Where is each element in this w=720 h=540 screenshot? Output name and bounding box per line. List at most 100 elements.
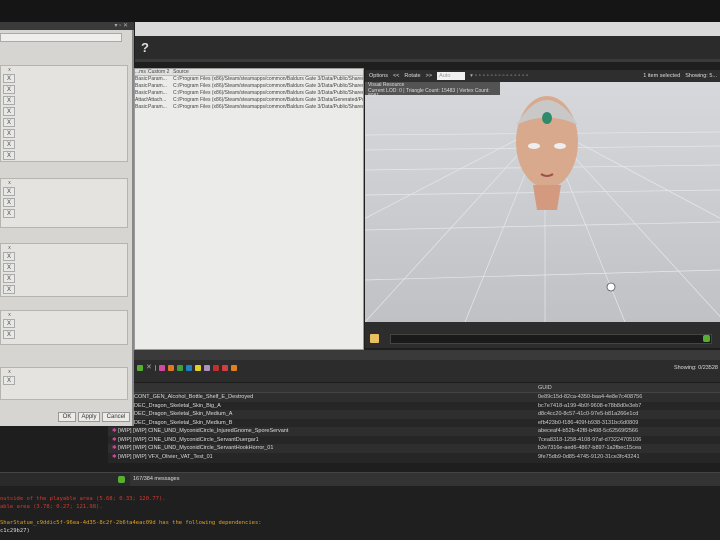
dialog-section: xXXXX — [0, 243, 128, 297]
ok-button[interactable]: OK — [58, 412, 76, 422]
character-filter-icon[interactable] — [159, 365, 165, 371]
table-cell: Basic: F... — [135, 76, 148, 82]
pencil-icon[interactable] — [703, 335, 710, 342]
column-header[interactable]: Source — [173, 69, 363, 75]
remove-button[interactable]: X — [3, 263, 15, 272]
object-name: DEC_Dragon_Skeletal_Skin_Medium_B — [134, 419, 233, 426]
remove-button[interactable]: X — [3, 209, 15, 218]
list-item[interactable]: CONT_GEN_Alcohol_Bottle_Shelf_E_Destroye… — [108, 393, 720, 402]
character-icon: ✱ — [112, 436, 117, 443]
list-item[interactable]: ✱ [WIP] [WIP] CINE_UND_MyconidCircle_Ser… — [108, 436, 720, 445]
light-filter-icon[interactable] — [195, 365, 201, 371]
remove-button[interactable]: X — [3, 107, 15, 116]
dialog-section: xXXXXXXXX — [0, 65, 128, 162]
list-item[interactable]: ✱ [WIP] [WIP] CINE_UND_MyconidCircle_Ser… — [108, 444, 720, 453]
info-triangles: Triangle Count: 15483 — [405, 87, 456, 94]
remove-button[interactable]: X — [3, 118, 15, 127]
tree-filter-icon[interactable] — [177, 365, 183, 371]
apply-button[interactable]: Apply — [78, 412, 100, 422]
help-button[interactable]: ? — [141, 40, 149, 55]
object-list: GUID CONT_GEN_Alcohol_Bottle_Shelf_E_Des… — [108, 383, 720, 463]
object-guid: abeceaf4-b52b-42f8-b498-5c62569f2566 — [538, 428, 638, 434]
table-cell: C:/Program Files (x86)/Steam/steamapps/c… — [173, 83, 363, 89]
item-filter-icon[interactable] — [168, 365, 174, 371]
dialog-input[interactable] — [0, 33, 122, 42]
table-cell: Attach... — [135, 97, 148, 103]
remove-button[interactable]: X — [3, 140, 15, 149]
remove-button[interactable]: X — [3, 198, 15, 207]
remove-button[interactable]: X — [3, 274, 15, 283]
table-row[interactable]: Basic: F...Param... C:/Program Files (x86… — [135, 83, 363, 90]
window-controls[interactable]: ▾ ▫ ✕ — [115, 22, 129, 29]
object-name: CONT_GEN_Alcohol_Bottle_Shelf_E_Destroye… — [134, 394, 254, 400]
remove-button[interactable]: X — [3, 376, 15, 385]
clear-icon[interactable]: ✕ — [146, 364, 152, 371]
settings-dialog: ▾ ▫ ✕ xXXXXXXXXxXXXxXXXXxXXxX OK Apply C… — [0, 22, 134, 426]
x-column-header: x — [8, 369, 11, 375]
gizmo-icon — [606, 282, 616, 292]
list-item[interactable]: ✱ [WIP] [WIP] VFX_Olivier_VAT_Test_01 9fe… — [108, 453, 720, 462]
list-item[interactable]: DEC_Dragon_Skeletal_Skin_Medium_A d8c4cc2… — [108, 410, 720, 419]
toolbar-icons[interactable]: ▾▫▫▫▫▫▫▫▫▫▫▫▫▫▫ — [470, 73, 530, 79]
log-output[interactable]: outside of the playable area (5.68; 0.33… — [0, 487, 720, 540]
options-menu[interactable]: Options — [369, 73, 388, 79]
remove-button[interactable]: X — [3, 96, 15, 105]
object-name: [WIP] [WIP] CINE_UND_MyconidCircle_Serva… — [118, 445, 274, 451]
scissors-filter-icon[interactable] — [222, 365, 228, 371]
remove-button[interactable]: X — [3, 151, 15, 160]
edit-icon[interactable] — [137, 365, 143, 371]
character-icon: ✱ — [112, 453, 117, 460]
object-guid: efb423b0-f186-409f-b938-3131bc6d0809 — [538, 419, 639, 426]
guid-column-header[interactable]: GUID — [538, 385, 552, 391]
decal-filter-icon[interactable] — [204, 365, 210, 371]
table-cell: C:/Program Files (x86)/Steam/steamapps/c… — [173, 97, 363, 103]
viewport-scene — [365, 96, 720, 322]
mode-select[interactable]: Auto — [437, 72, 466, 80]
remove-button[interactable]: X — [3, 330, 15, 339]
table-row[interactable]: Attach...Attach... C:/Program Files (x86)… — [135, 97, 363, 104]
object-guid: b2e7316e-aed6-4867-b897-1a2fbec15cea — [538, 445, 642, 451]
object-guid: bc7e7418-a199-4b0f-9608-e78b8d0e3eb7 — [538, 402, 642, 409]
log-line: able area (3.78; 0.27; 121.98). — [0, 504, 103, 510]
remove-button[interactable]: X — [3, 74, 15, 83]
table-cell: Param... — [148, 90, 167, 96]
panel-divider[interactable] — [100, 350, 720, 360]
table-row[interactable]: Basic: F...Param... C:/Program Files (x86… — [135, 104, 363, 111]
column-header[interactable]: Custom 2 — [148, 69, 173, 75]
log-status-bar: 167/384 messages — [0, 472, 720, 486]
next-button[interactable]: >> — [426, 73, 432, 79]
list-item[interactable]: ✱ [WIP] [WIP] CINE_UND_MyconidCircle_Inj… — [108, 427, 720, 436]
list-toolbar: ✕ Showing: 0/23528 — [100, 360, 720, 382]
list-item[interactable]: DEC_Dragon_Skeletal_Skin_Medium_B efb423b… — [108, 419, 720, 428]
command-input[interactable] — [390, 334, 712, 344]
remove-button[interactable]: X — [3, 319, 15, 328]
table-cell: Attach... — [148, 97, 167, 103]
character-icon: ✱ — [112, 428, 117, 434]
pencil-icon[interactable] — [118, 476, 125, 483]
rotate-button[interactable]: Rotate — [404, 73, 420, 79]
3d-viewport[interactable] — [365, 70, 720, 322]
terrain-filter-icon[interactable] — [231, 365, 237, 371]
trigger-filter-icon[interactable] — [186, 365, 192, 371]
remove-button[interactable]: X — [3, 285, 15, 294]
resource-icon[interactable] — [370, 334, 379, 343]
prefab-filter-icon[interactable] — [213, 365, 219, 371]
list-item[interactable]: DEC_Dragon_Skeletal_Skin_Big_A bc7e7418-a… — [108, 402, 720, 411]
separator — [155, 365, 156, 371]
table-cell: Basic: F... — [135, 104, 148, 110]
table-cell: C:/Program Files (x86)/Steam/steamapps/c… — [173, 104, 363, 110]
table-row[interactable]: Basic: F...Param... C:/Program Files (x86… — [135, 90, 363, 97]
x-column-header: x — [8, 67, 11, 73]
monitor-bezel — [0, 0, 720, 22]
remove-button[interactable]: X — [3, 187, 15, 196]
remove-button[interactable]: X — [3, 85, 15, 94]
table-header: ...ms 1 Custom 2 Source — [135, 69, 363, 76]
column-header[interactable]: ...ms 1 — [135, 69, 148, 75]
table-row[interactable]: Basic: F...Param... C:/Program Files (x86… — [135, 76, 363, 83]
showing-count: Showing: 5... — [685, 73, 717, 79]
table-cell: Param... — [148, 76, 167, 82]
cancel-button[interactable]: Cancel — [102, 412, 130, 422]
remove-button[interactable]: X — [3, 129, 15, 138]
remove-button[interactable]: X — [3, 252, 15, 261]
previous-button[interactable]: << — [393, 73, 399, 79]
